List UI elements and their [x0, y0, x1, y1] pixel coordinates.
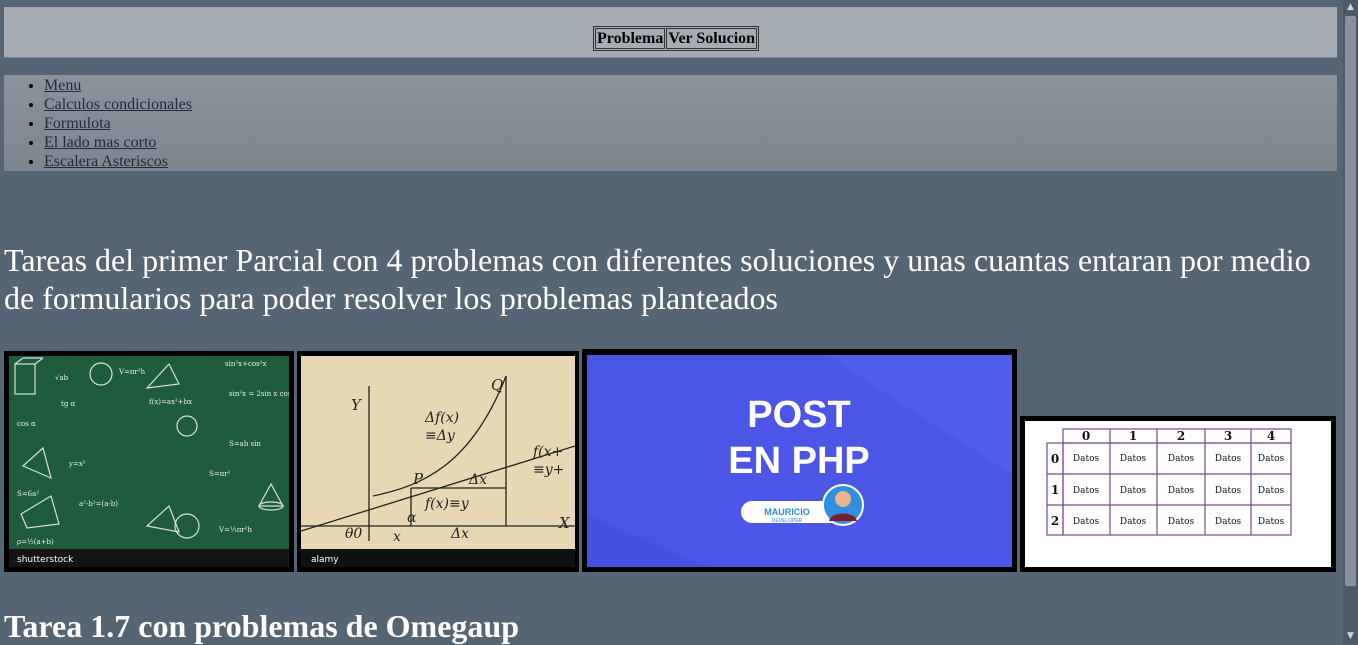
svg-text:a²-b²=(a-b): a²-b²=(a-b)	[79, 500, 118, 508]
svg-text:≡Δy: ≡Δy	[425, 428, 456, 444]
svg-text:Datos: Datos	[1215, 486, 1242, 496]
svg-text:Datos: Datos	[1073, 454, 1100, 464]
svg-text:S=πr²: S=πr²	[209, 470, 231, 478]
svg-text:X: X	[558, 514, 571, 532]
svg-text:S=6a²: S=6a²	[17, 490, 39, 498]
svg-text:V=⅓πr²h: V=⅓πr²h	[218, 526, 252, 534]
svg-text:Δf(x): Δf(x)	[424, 410, 459, 426]
array-table-image: 0 1 2 3 4 0 1 2 Datos Datos Datos Datos Dato…	[1020, 416, 1336, 572]
svg-text:Datos: Datos	[1168, 486, 1195, 496]
svg-text:Δx: Δx	[450, 526, 469, 542]
nav-link-escalera-asteriscos[interactable]: Escalera Asteriscos	[44, 153, 168, 170]
nav-link-formulota[interactable]: Formulota	[44, 115, 111, 132]
svg-text:V=πr²h: V=πr²h	[118, 368, 146, 376]
svg-text:POST: POST	[747, 394, 850, 436]
svg-text:Datos: Datos	[1258, 486, 1285, 496]
svg-text:DEVELOPER: DEVELOPER	[772, 518, 803, 524]
svg-text:EN PHP: EN PHP	[728, 440, 869, 482]
svg-text:Datos: Datos	[1120, 517, 1147, 527]
svg-text:f(x)≡y: f(x)≡y	[424, 496, 470, 512]
svg-text:cos α: cos α	[17, 420, 36, 428]
svg-text:2: 2	[1051, 514, 1059, 528]
svg-text:P: P	[412, 470, 424, 488]
svg-text:1: 1	[1051, 483, 1059, 497]
scrollbar-thumb[interactable]	[1345, 16, 1356, 586]
svg-text:sin²x+cos²x: sin²x+cos²x	[225, 360, 266, 368]
scroll-up-icon[interactable]: ▲	[1343, 0, 1358, 15]
svg-text:3: 3	[1224, 429, 1232, 443]
svg-text:4: 4	[1267, 429, 1275, 443]
nav-link-menu[interactable]: Menu	[44, 77, 81, 94]
ver-solucion-button[interactable]: Ver Solucion	[666, 28, 758, 49]
svg-text:Datos: Datos	[1120, 454, 1147, 464]
svg-text:Q: Q	[491, 376, 503, 394]
svg-text:ρ=½(a+b): ρ=½(a+b)	[17, 538, 54, 546]
nav-item-menu: Menu	[44, 76, 1337, 95]
svg-text:≡y+: ≡y+	[533, 462, 564, 478]
scroll-down-icon[interactable]: ▼	[1343, 629, 1358, 644]
vertical-scrollbar[interactable]: ▲ ▼	[1343, 0, 1358, 644]
nav-item-escalera: Escalera Asteriscos	[44, 152, 1337, 171]
svg-text:shutterstock: shutterstock	[17, 555, 74, 565]
problem-tabs: Problema Ver Solucion	[593, 26, 760, 51]
nav-item-formulota: Formulota	[44, 114, 1337, 133]
nav-link-el-lado-mas-corto[interactable]: El lado mas corto	[44, 134, 156, 151]
nav-menu: Menu Calculos condicionales Formulota El…	[4, 75, 1337, 171]
svg-text:0: 0	[1082, 429, 1090, 443]
svg-text:f(x)=ax²+bx: f(x)=ax²+bx	[149, 398, 192, 406]
svg-text:y=x²: y=x²	[68, 460, 86, 468]
nav-link-calculos-condicionales[interactable]: Calculos condicionales	[44, 96, 192, 113]
svg-text:Datos: Datos	[1120, 486, 1147, 496]
svg-text:f(x+: f(x+	[532, 444, 563, 460]
nav-item-calculos: Calculos condicionales	[44, 95, 1337, 114]
svg-text:MAURICIO: MAURICIO	[764, 507, 810, 517]
svg-text:Datos: Datos	[1168, 517, 1195, 527]
svg-text:alamy: alamy	[311, 555, 339, 565]
top-bar: Problema Ver Solucion	[4, 7, 1337, 58]
svg-text:α: α	[407, 510, 417, 526]
svg-text:Datos: Datos	[1258, 454, 1285, 464]
svg-text:sin²x = 2sin x cos x: sin²x = 2sin x cos x	[229, 390, 289, 398]
svg-text:Datos: Datos	[1168, 454, 1195, 464]
section-heading: Tarea 1.7 con problemas de Omegaup	[4, 608, 519, 644]
svg-text:Δx: Δx	[468, 472, 487, 488]
svg-text:tg α: tg α	[61, 400, 76, 408]
svg-text:S=ab sin: S=ab sin	[229, 440, 261, 448]
svg-text:Datos: Datos	[1073, 517, 1100, 527]
post-php-image: POST EN PHP MAURICIO DEVELOPER	[582, 349, 1017, 572]
svg-text:Datos: Datos	[1215, 454, 1242, 464]
svg-text:Datos: Datos	[1215, 517, 1242, 527]
problema-button[interactable]: Problema	[595, 28, 666, 49]
svg-text:Datos: Datos	[1073, 486, 1100, 496]
svg-text:1: 1	[1129, 429, 1137, 443]
intro-paragraph: Tareas del primer Parcial con 4 problema…	[4, 242, 1311, 316]
svg-text:x: x	[393, 529, 401, 545]
svg-text:√ab: √ab	[55, 374, 69, 382]
svg-text:2: 2	[1177, 429, 1185, 443]
nav-item-lado: El lado mas corto	[44, 133, 1337, 152]
derivative-diagram-image: Y Q P X Δf(x) ≡Δy f(x+ ≡y+ f(x)≡y Δx θ0 …	[297, 351, 579, 572]
svg-text:0: 0	[1051, 452, 1059, 466]
svg-text:Datos: Datos	[1258, 517, 1285, 527]
svg-text:θ0: θ0	[345, 526, 362, 542]
math-chalkboard-image: √ab V=πr²h sin²x+cos²x tg α f(x)=ax²+bx …	[4, 351, 294, 572]
